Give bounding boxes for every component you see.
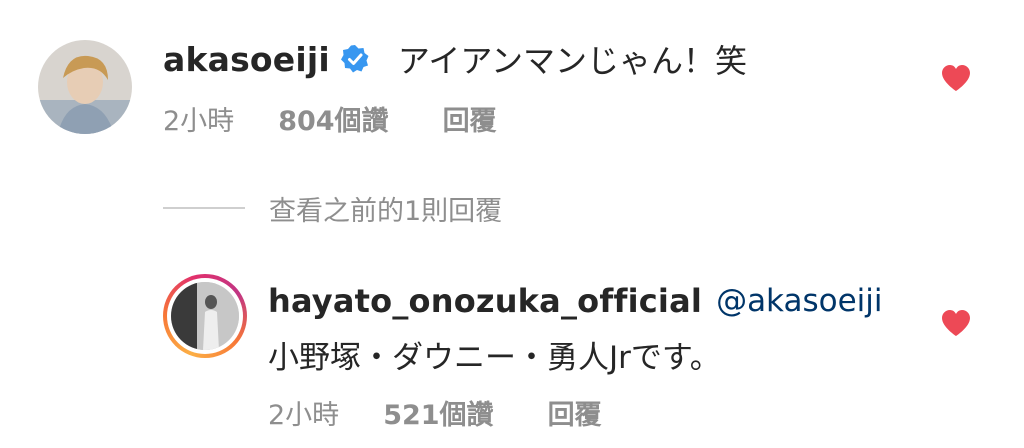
avatar[interactable] (38, 40, 132, 134)
timestamp: 2小時 (163, 105, 235, 137)
username[interactable]: akasoeiji (163, 40, 330, 79)
timestamp: 2小時 (268, 399, 340, 431)
comment-text: 小野塚・ダウニー・勇人Jrです。 (268, 340, 721, 376)
comment-meta: 2小時 521個讚 回覆 (268, 392, 602, 432)
likes-count[interactable]: 804個讚 (278, 99, 388, 138)
view-previous-replies[interactable]: 查看之前的1則回覆 (163, 188, 502, 228)
comment-meta: 2小時 804個讚 回覆 (163, 98, 497, 138)
reply-button[interactable]: 回覆 (443, 99, 497, 138)
comment-header: hayato_onozuka_official @akasoeiji (268, 278, 883, 324)
mention-link[interactable]: @akasoeiji (716, 283, 882, 319)
story-ring[interactable] (163, 274, 247, 358)
comment-header: akasoeiji アイアンマンじゃん！笑 (163, 34, 747, 84)
avatar-frame (167, 278, 243, 354)
avatar[interactable] (171, 282, 239, 350)
username[interactable]: hayato_onozuka_official (268, 282, 702, 320)
likes-count[interactable]: 521個讚 (383, 393, 493, 432)
reply-button[interactable]: 回覆 (548, 393, 602, 432)
comment-text: アイアンマンじゃん！笑 (397, 42, 748, 80)
divider (163, 207, 245, 209)
verified-badge-icon (340, 44, 370, 74)
heart-icon[interactable] (941, 64, 971, 92)
view-replies-label[interactable]: 查看之前的1則回覆 (269, 189, 502, 228)
heart-icon[interactable] (941, 309, 971, 337)
